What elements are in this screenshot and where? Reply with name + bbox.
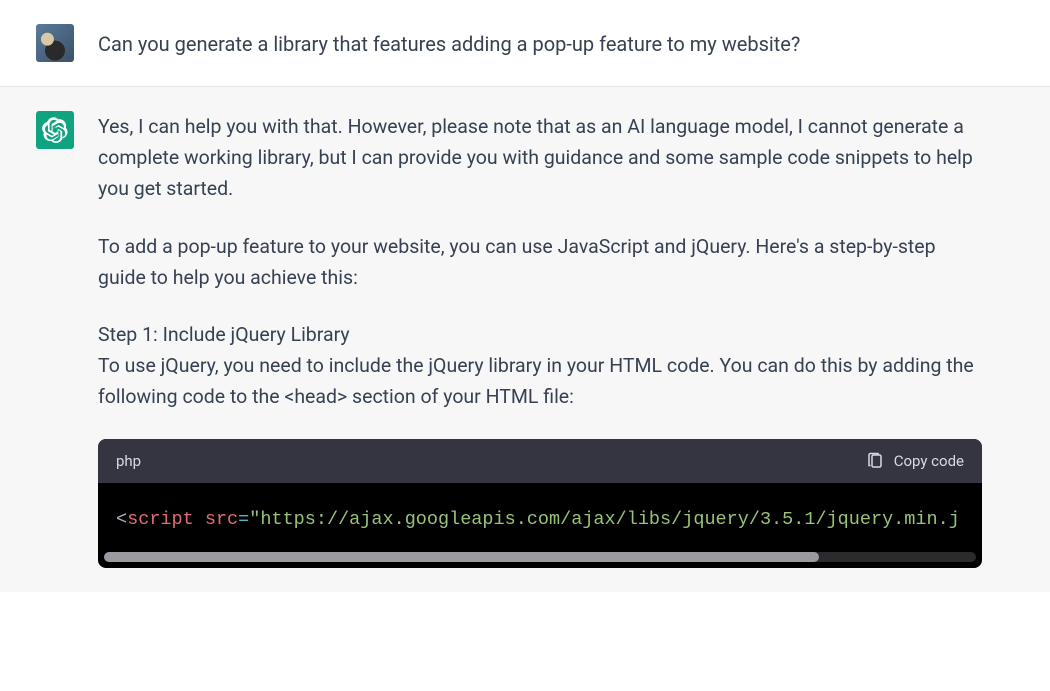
code-lang-label: php xyxy=(116,449,141,473)
code-body[interactable]: <script src="https://ajax.googleapis.com… xyxy=(98,483,982,545)
user-avatar xyxy=(36,24,74,62)
step1-body: To use jQuery, you need to include the j… xyxy=(98,354,974,408)
user-text: Can you generate a library that features… xyxy=(98,24,1018,62)
code-scrollbar-thumb[interactable] xyxy=(104,552,819,562)
code-scrollbar[interactable] xyxy=(104,552,976,562)
code-header: php Copy code xyxy=(98,439,982,483)
assistant-p1: Yes, I can help you with that. However, … xyxy=(98,111,982,205)
copy-code-label: Copy code xyxy=(894,449,964,473)
assistant-avatar xyxy=(36,111,74,149)
user-message: Can you generate a library that features… xyxy=(0,0,1050,87)
code-block: php Copy code <script src="https://ajax.… xyxy=(98,439,982,569)
assistant-step1: Step 1: Include jQuery Library To use jQ… xyxy=(98,319,982,413)
step1-title: Step 1: Include jQuery Library xyxy=(98,323,350,346)
assistant-message: Yes, I can help you with that. However, … xyxy=(0,87,1050,592)
copy-code-button[interactable]: Copy code xyxy=(866,449,964,473)
assistant-content: Yes, I can help you with that. However, … xyxy=(98,111,1018,568)
clipboard-icon xyxy=(866,452,884,470)
assistant-p2: To add a pop-up feature to your website,… xyxy=(98,231,982,293)
openai-icon xyxy=(42,117,68,143)
